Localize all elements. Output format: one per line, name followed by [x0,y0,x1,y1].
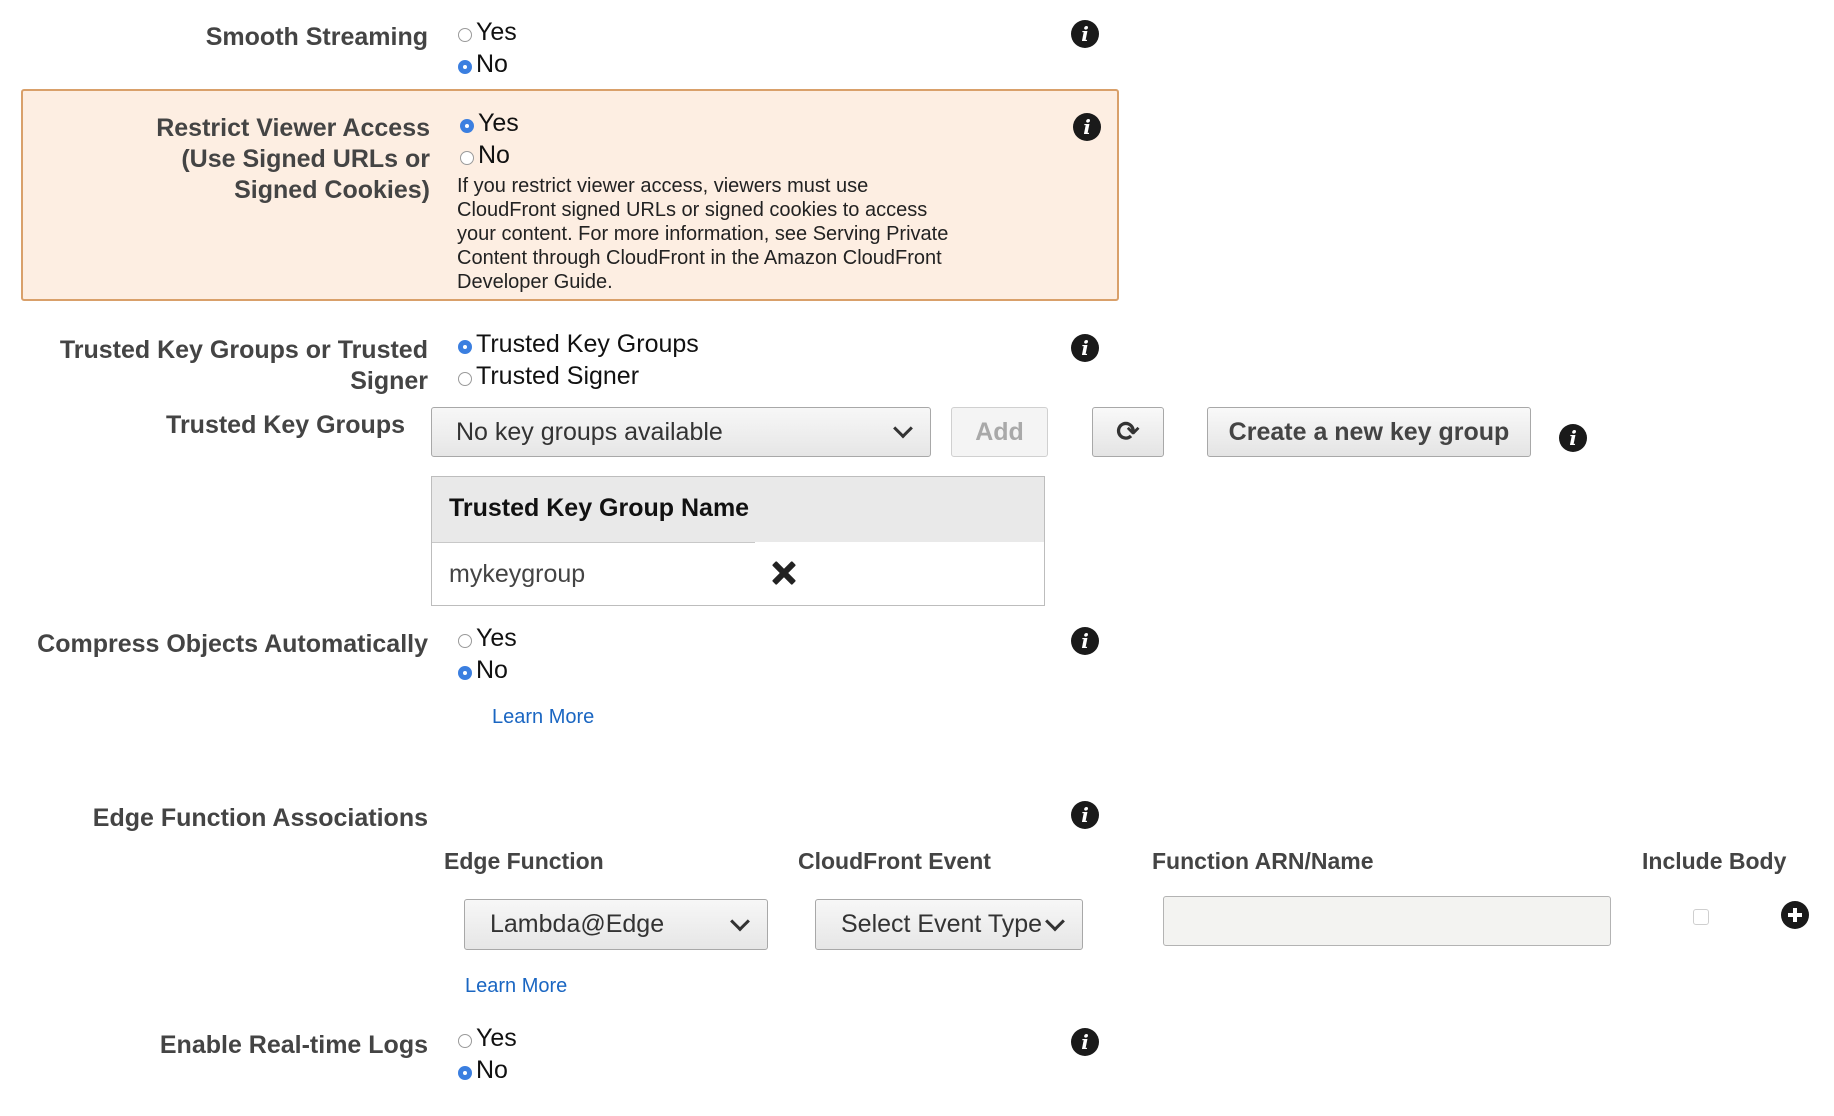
help-line: CloudFront signed URLs or signed cookies… [457,199,928,221]
info-icon[interactable]: i [1071,334,1099,362]
radio-button[interactable] [460,151,474,165]
radio-button[interactable] [458,28,472,42]
cloudfront-event-select[interactable]: Select Event Type [815,899,1083,950]
label-line: Signer [350,367,428,395]
restrict-viewer-access-help: If you restrict viewer access, viewers m… [457,174,948,294]
radio-label: Yes [476,1023,517,1052]
radio-label: Yes [478,108,519,137]
header-divider [432,542,755,543]
radio-label: Trusted Signer [476,361,640,390]
radio-label: No [476,1055,508,1084]
restrict-viewer-access-no-option[interactable]: No [460,139,510,171]
include-body-checkbox[interactable] [1693,909,1709,925]
info-icon[interactable]: i [1559,424,1587,452]
edge-function-column-header: Edge Function [444,848,604,874]
radio-button[interactable] [458,1034,472,1048]
compress-learn-more-link[interactable]: Learn More [492,706,594,729]
radio-button[interactable] [458,634,472,648]
radio-label: Yes [476,17,517,46]
cloudfront-event-column-header: CloudFront Event [798,848,991,874]
radio-label: No [476,655,508,684]
edge-function-select[interactable]: Lambda@Edge [464,899,768,950]
label-line: Trusted Key Groups or Trusted [59,336,428,364]
chevron-down-icon [893,418,913,439]
refresh-icon: ⟳ [1116,415,1140,448]
radio-button[interactable] [458,340,472,354]
plus-circle-icon[interactable] [1781,901,1809,929]
info-icon[interactable]: i [1071,627,1099,655]
chevron-down-icon [730,911,750,931]
radio-button[interactable] [458,1066,472,1080]
compress-objects-label: Compress Objects Automatically [37,630,428,658]
refresh-button[interactable]: ⟳ [1092,407,1164,457]
radio-label: No [478,140,510,169]
radio-button[interactable] [458,60,472,74]
help-line: If you restrict viewer access, viewers m… [457,175,869,197]
help-line: Developer Guide. [457,271,613,293]
create-key-group-button[interactable]: Create a new key group [1207,407,1531,457]
table-row: mykeygroup [449,560,586,588]
trusted-key-groups-option[interactable]: Trusted Key Groups [458,328,699,360]
trusted-key-group-table: Trusted Key Group Name mykeygroup [431,476,1045,606]
label-line: (Use Signed URLs or [181,145,430,173]
compress-objects-no-option[interactable]: No [458,654,508,686]
compress-objects-yes-option[interactable]: Yes [458,622,517,654]
function-arn-input[interactable] [1163,896,1611,946]
trusted-choice-label: Trusted Key Groups or Trusted Signer [60,335,428,397]
column-header: Trusted Key Group Name [449,494,750,522]
help-line: Content through CloudFront in the Amazon… [457,247,942,269]
table-header: Trusted Key Group Name [432,477,1044,542]
info-icon[interactable]: i [1071,1028,1099,1056]
include-body-column-header: Include Body [1642,848,1787,874]
help-line: your content. For more information, see … [457,223,949,245]
function-arn-column-header: Function ARN/Name [1152,848,1374,874]
radio-button[interactable] [458,372,472,386]
label-line: Signed Cookies) [234,176,430,204]
radio-button[interactable] [460,119,474,133]
edge-function-associations-label: Edge Function Associations [92,804,428,832]
restrict-viewer-access-label: Restrict Viewer Access (Use Signed URLs … [156,113,430,206]
radio-label: Trusted Key Groups [476,329,699,358]
realtime-logs-yes-option[interactable]: Yes [458,1022,517,1054]
trusted-key-groups-label: Trusted Key Groups [166,411,405,439]
info-icon[interactable]: i [1071,801,1099,829]
restrict-viewer-access-yes-option[interactable]: Yes [460,107,519,139]
smooth-streaming-no-option[interactable]: No [458,48,508,80]
info-icon[interactable]: i [1071,20,1099,48]
close-icon[interactable] [771,560,797,586]
smooth-streaming-yes-option[interactable]: Yes [458,16,517,48]
realtime-logs-label: Enable Real-time Logs [159,1031,428,1059]
realtime-logs-no-option[interactable]: No [458,1054,508,1086]
select-value: Lambda@Edge [490,910,665,938]
radio-label: Yes [476,623,517,652]
radio-button[interactable] [458,666,472,680]
select-value: No key groups available [456,417,723,446]
key-groups-select[interactable]: No key groups available [431,407,931,457]
select-value: Select Event Type [841,910,1043,938]
trusted-signer-option[interactable]: Trusted Signer [458,360,639,392]
info-icon[interactable]: i [1073,113,1101,141]
radio-label: No [476,49,508,78]
label-line: Restrict Viewer Access [156,114,430,142]
chevron-down-icon [1045,911,1065,931]
add-key-group-button[interactable]: Add [951,407,1048,457]
edge-function-learn-more-link[interactable]: Learn More [465,975,567,998]
smooth-streaming-label: Smooth Streaming [205,23,428,51]
